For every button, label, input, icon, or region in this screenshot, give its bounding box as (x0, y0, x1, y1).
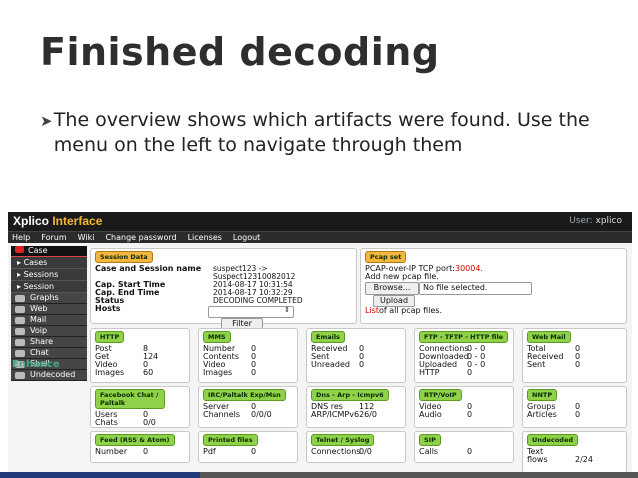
sidebar-item-session[interactable]: ▸ Session (11, 281, 87, 293)
stat-row: HTTP 0 (419, 368, 473, 377)
menu-licenses[interactable]: Licenses (188, 232, 222, 243)
file-name-field: No file selected. (419, 282, 532, 295)
sidebar-case[interactable]: Case (11, 246, 87, 257)
stat-row: Images 0 (203, 368, 257, 377)
emails-panel: Emails Received 0 Sent 0 Unreaded 0 (306, 328, 406, 383)
nntp-panel: NNTP Groups 0 Articles 0 (522, 386, 627, 428)
emails-header[interactable]: Emails (311, 331, 345, 343)
app-logo: Xplico Interface (13, 214, 103, 228)
stat-row: Audio 0 (419, 410, 473, 419)
menu-help[interactable]: Help (12, 232, 30, 243)
app-header: Xplico Interface User: xplico (8, 212, 632, 231)
sidebar-item-sessions[interactable]: ▸ Sessions (11, 269, 87, 281)
stat-row: Number 0 (95, 447, 149, 456)
pcap-set-header: Pcap set (365, 251, 407, 263)
nntp-header[interactable]: NNTP (527, 389, 558, 401)
pcap-list-line: List of all pcap files. (365, 306, 443, 315)
rtp-voip-panel: RTP/VoIP Video 0 Audio 0 (414, 386, 514, 428)
slide-title: Finished decoding (40, 30, 440, 74)
dns-header[interactable]: Dns - Arp - Icmpv6 (311, 389, 389, 401)
browse-button[interactable]: Browse... (365, 282, 419, 295)
http-header[interactable]: HTTP (95, 331, 125, 343)
pcap-add-line: Add new pcap file. (365, 272, 439, 281)
plus-icon (15, 305, 25, 313)
stat-row: Channels 0/0/0 (203, 410, 272, 419)
main-menu: Help Forum Wiki Change password Licenses… (8, 231, 632, 243)
stat-row: Connections 0/0 (311, 447, 372, 456)
sidebar-item-chat[interactable]: Chat (11, 348, 87, 359)
enhance-logo[interactable]: Enhance (12, 359, 60, 370)
plus-icon (15, 327, 25, 335)
plus-icon (15, 371, 25, 379)
webmail-panel: Web Mail Total 0 Received 0 Sent 0 (522, 328, 627, 383)
facebook-chat-panel: Facebook Chat / Paltalk Users 0 Chats 0/0 (90, 386, 190, 428)
sidebar-item-mail[interactable]: Mail (11, 315, 87, 326)
feed-header[interactable]: Feed (RSS & Atom) (95, 434, 175, 446)
menu-change-password[interactable]: Change password (105, 232, 176, 243)
telnet-panel: Telnet / Syslog Connections 0/0 (306, 431, 406, 463)
plus-icon (15, 294, 25, 302)
irc-panel: IRC/Paltalk Exp/Msn Server 0 Channels 0/0/… (198, 386, 298, 428)
sidebar-item-graphs[interactable]: Graphs (11, 293, 87, 304)
bullet-text: The overview shows which artifacts were … (53, 109, 590, 156)
stat-row: flows 2/24 (527, 455, 593, 464)
session-row: Status DECODING COMPLETED (95, 296, 303, 305)
chevron-down-icon: ⇕ (284, 306, 290, 314)
ftp-panel: FTP - TFTP - HTTP file Connections 0 - 0 … (414, 328, 514, 383)
pcap-set-panel: Pcap set PCAP-over-IP TCP port: 30004. A… (360, 248, 627, 324)
printed-files-panel: Printed files Pdf 0 (198, 431, 298, 463)
stat-row: Unreaded 0 (311, 360, 365, 369)
sip-header[interactable]: SIP (419, 434, 441, 446)
stat-row: Images 60 (95, 368, 154, 377)
sidebar-item-web[interactable]: Web (11, 304, 87, 315)
menu-wiki[interactable]: Wiki (78, 232, 95, 243)
stat-row: Sent 0 (527, 360, 581, 369)
menu-forum[interactable]: Forum (41, 232, 66, 243)
bullet-point: ➤ The overview shows which artifacts wer… (40, 108, 600, 158)
irc-header[interactable]: IRC/Paltalk Exp/Msn (203, 389, 286, 401)
hosts-select[interactable]: ⇕ (208, 306, 294, 318)
undecoded-header[interactable]: Undecoded (527, 434, 578, 446)
session-data-panel: Session Data Case and Session name suspec… (90, 248, 357, 330)
xplico-screenshot: Xplico Interface User: xplico Help Forum… (8, 212, 632, 478)
stat-row: Pdf 0 (203, 447, 257, 456)
menu-logout[interactable]: Logout (233, 232, 260, 243)
webmail-header[interactable]: Web Mail (527, 331, 571, 343)
bullet-arrow-icon: ➤ (40, 112, 53, 130)
mms-header[interactable]: MMS (203, 331, 231, 343)
plus-icon (15, 338, 25, 346)
session-data-header: Session Data (95, 251, 153, 263)
telnet-header[interactable]: Telnet / Syslog (311, 434, 375, 446)
footer-accent (0, 472, 200, 478)
plus-icon (15, 349, 25, 357)
plus-icon (15, 316, 25, 324)
ftp-header[interactable]: FTP - TFTP - HTTP file (419, 331, 509, 343)
pcap-list-link[interactable]: List (365, 307, 379, 315)
sidebar-item-share[interactable]: Share (11, 337, 87, 348)
case-icon (15, 246, 24, 253)
mms-panel: MMS Number 0 Contents 0 Video 0 Images 0 (198, 328, 298, 383)
slide-footer-bar (0, 472, 638, 478)
feed-panel: Feed (RSS & Atom) Number 0 (90, 431, 190, 463)
sidebar-item-undecoded[interactable]: Undecoded (11, 370, 87, 381)
stat-row: Articles 0 (527, 410, 581, 419)
facebook-chat-header[interactable]: Facebook Chat / Paltalk (95, 389, 165, 409)
sip-panel: SIP Calls 0 (414, 431, 514, 463)
sidebar-item-voip[interactable]: Voip (11, 326, 87, 337)
stat-row: Calls 0 (419, 447, 473, 456)
printed-files-header[interactable]: Printed files (203, 434, 258, 446)
http-panel: HTTP Post 8 Get 124 Video 0 Images 60 (90, 328, 190, 383)
sidebar-item-cases[interactable]: ▸ Cases (11, 257, 87, 269)
user-info: User: xplico (569, 216, 622, 226)
dns-panel: Dns - Arp - Icmpv6 DNS res 112 ARP/ICMPv6… (306, 386, 406, 428)
stat-row: Chats 0/0 (95, 418, 156, 427)
rtp-voip-header[interactable]: RTP/VoIP (419, 389, 462, 401)
undecoded-panel: Undecoded Text flows 2/24 (522, 431, 627, 473)
stat-row: ARP/ICMPv6 26/0 (311, 410, 377, 419)
